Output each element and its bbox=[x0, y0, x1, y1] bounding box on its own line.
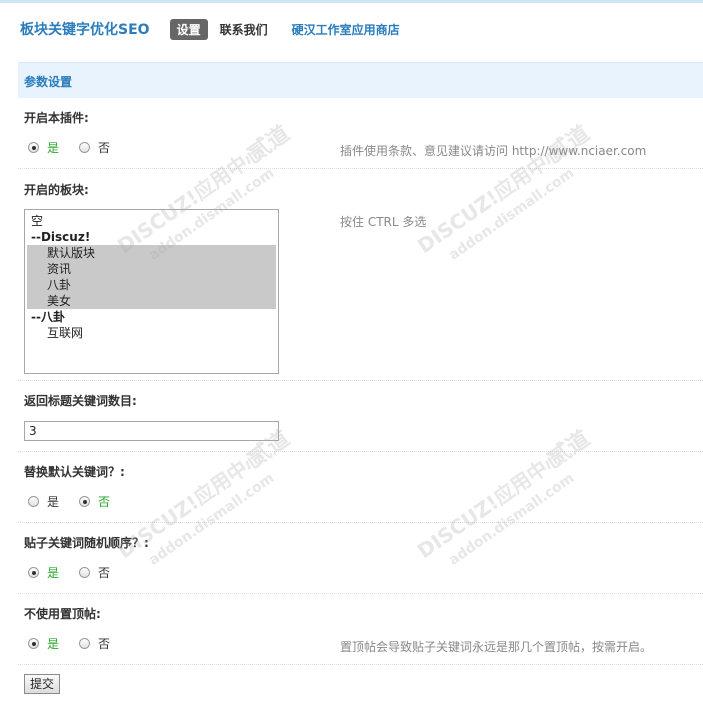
forum-option-internet[interactable]: 互联网 bbox=[27, 325, 276, 341]
plugin-header: 板块关键字优化SEO 设置 联系我们 硬汉工作室应用商店 bbox=[20, 17, 412, 41]
svg-text:addon.dismall.com: addon.dismall.com bbox=[146, 470, 277, 569]
svg-text:addon.dismall.com: addon.dismall.com bbox=[446, 470, 577, 569]
forums-label: 开启的板块: bbox=[24, 183, 89, 197]
replace-default-no-radio[interactable] bbox=[79, 496, 91, 507]
enable-plugin-yes-radio[interactable] bbox=[28, 142, 39, 153]
svg-text:贰道: 贰道 bbox=[243, 121, 294, 168]
divider bbox=[18, 380, 703, 381]
random-order-label: 贴子关键词随机顺序？: bbox=[24, 536, 149, 550]
forum-option-news[interactable]: 资讯 bbox=[27, 261, 276, 277]
tab-settings[interactable]: 设置 bbox=[169, 18, 208, 40]
replace-default-yes-label[interactable]: 是 bbox=[47, 493, 59, 510]
divider bbox=[18, 593, 703, 594]
enable-plugin-label: 开启本插件: bbox=[24, 111, 89, 125]
forums-multiselect[interactable]: 空 --Discuz! 默认版块 资讯 八卦 美女 --八卦 互联网 bbox=[24, 209, 279, 374]
keyword-count-input[interactable]: 3 bbox=[24, 421, 279, 441]
top-border bbox=[0, 0, 703, 3]
replace-default-radio-group: 是 否 bbox=[28, 493, 130, 510]
enable-plugin-no-label[interactable]: 否 bbox=[98, 139, 110, 156]
forum-option-default[interactable]: 默认版块 bbox=[27, 245, 276, 261]
enable-plugin-radio-group: 是 否 bbox=[28, 139, 130, 156]
no-sticky-yes-radio[interactable] bbox=[28, 638, 39, 649]
watermark-logo: DISCUZ!应用中心 addon.dismall.com 贰道 bbox=[413, 121, 594, 264]
divider bbox=[18, 451, 703, 452]
forum-option-group-gossip[interactable]: --八卦 bbox=[27, 309, 276, 325]
replace-default-yes-radio[interactable] bbox=[28, 496, 39, 507]
random-order-radio-group: 是 否 bbox=[28, 564, 130, 581]
random-order-yes-label[interactable]: 是 bbox=[47, 564, 59, 581]
forum-option-gossip[interactable]: 八卦 bbox=[27, 277, 276, 293]
random-order-yes-radio[interactable] bbox=[28, 567, 39, 578]
no-sticky-no-label[interactable]: 否 bbox=[98, 635, 110, 652]
forums-hint: 按住 CTRL 多选 bbox=[340, 215, 427, 229]
enable-plugin-hint: 插件使用条款、意见建议请访问 http://www.nciaer.com bbox=[340, 144, 647, 158]
forum-option-group-discuz[interactable]: --Discuz! bbox=[27, 229, 276, 245]
random-order-no-radio[interactable] bbox=[79, 567, 91, 578]
random-order-no-label[interactable]: 否 bbox=[98, 564, 110, 581]
svg-text:DISCUZ!应用中心: DISCUZ!应用中心 bbox=[413, 444, 568, 563]
forum-option-empty[interactable]: 空 bbox=[27, 213, 276, 229]
no-sticky-yes-label[interactable]: 是 bbox=[47, 635, 59, 652]
submit-button[interactable]: 提交 bbox=[24, 674, 60, 694]
divider bbox=[18, 664, 703, 665]
watermark-logo: DISCUZ!应用中心 addon.dismall.com 贰道 bbox=[413, 426, 594, 569]
svg-text:贰道: 贰道 bbox=[543, 426, 594, 473]
keyword-count-label: 返回标题关键词数目: bbox=[24, 394, 137, 408]
no-sticky-radio-group: 是 否 bbox=[28, 635, 130, 652]
replace-default-no-label[interactable]: 否 bbox=[98, 493, 110, 510]
section-title: 参数设置 bbox=[24, 75, 73, 89]
replace-default-label: 替换默认关键词？: bbox=[24, 465, 125, 479]
no-sticky-hint: 置顶帖会导致贴子关键词永远是那几个置顶帖，按需开启。 bbox=[340, 640, 653, 654]
store-link[interactable]: 硬汉工作室应用商店 bbox=[292, 21, 400, 38]
divider bbox=[18, 522, 703, 523]
divider bbox=[18, 168, 703, 169]
no-sticky-no-radio[interactable] bbox=[79, 638, 91, 649]
plugin-title: 板块关键字优化SEO bbox=[20, 22, 150, 38]
enable-plugin-no-radio[interactable] bbox=[79, 142, 91, 153]
section-header: 参数设置 bbox=[18, 62, 703, 98]
enable-plugin-yes-label[interactable]: 是 bbox=[47, 139, 59, 156]
tab-contact[interactable]: 联系我们 bbox=[220, 21, 268, 38]
svg-text:addon.dismall.com: addon.dismall.com bbox=[446, 165, 577, 264]
forum-option-beauty[interactable]: 美女 bbox=[27, 293, 276, 309]
no-sticky-label: 不使用置顶帖: bbox=[24, 607, 101, 621]
